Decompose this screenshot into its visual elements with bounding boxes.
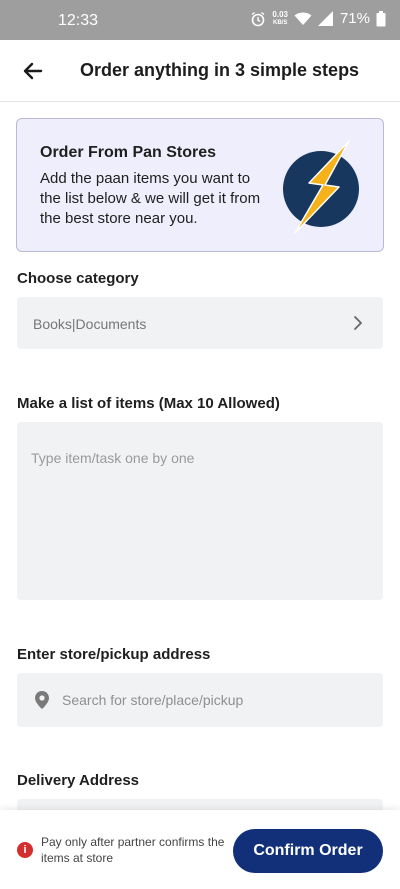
items-field [17,422,383,600]
status-bar: 12:33 0.03 KB/S 71% [0,0,400,40]
app-header: Order anything in 3 simple steps [0,40,400,102]
pickup-field [17,673,383,727]
battery-icon [376,10,386,26]
promo-card: Order From Pan Stores Add the paan items… [16,118,384,252]
status-icons: 0.03 KB/S 71% [250,10,386,27]
items-label: Make a list of items (Max 10 Allowed) [17,395,280,412]
arrow-left-icon [23,62,43,80]
page-title: Order anything in 3 simple steps [80,60,360,80]
promo-text: Add the paan items you want to the list … [40,170,261,227]
net-speed-unit: KB/S [273,19,288,26]
payment-note: Pay only after partner confirms the item… [41,835,225,865]
location-pin-icon [35,691,49,709]
delivery-label: Delivery Address [17,772,140,789]
category-label: Choose category [17,270,139,287]
net-speed: 0.03 KB/S [272,9,288,27]
items-textarea[interactable] [17,422,383,600]
status-time: 12:33 [58,12,99,29]
chevron-right-icon [354,316,362,330]
lightning-bolt-icon [283,140,359,234]
back-button[interactable] [18,56,48,86]
pickup-search-input[interactable] [62,673,362,727]
wifi-icon [294,12,312,25]
bottom-bar: i Pay only after partner confirms the it… [0,810,400,889]
alarm-icon [251,11,265,26]
confirm-order-button[interactable]: Confirm Order [233,829,383,873]
info-icon: i [17,842,33,858]
pickup-label: Enter store/pickup address [17,646,211,663]
category-select[interactable]: Books|Documents [17,297,383,349]
promo-title: Order From Pan Stores [40,144,217,161]
net-speed-value: 0.03 [272,9,288,19]
category-value: Books|Documents [33,316,147,332]
battery-percent: 71% [339,10,370,27]
signal-icon [317,11,333,26]
